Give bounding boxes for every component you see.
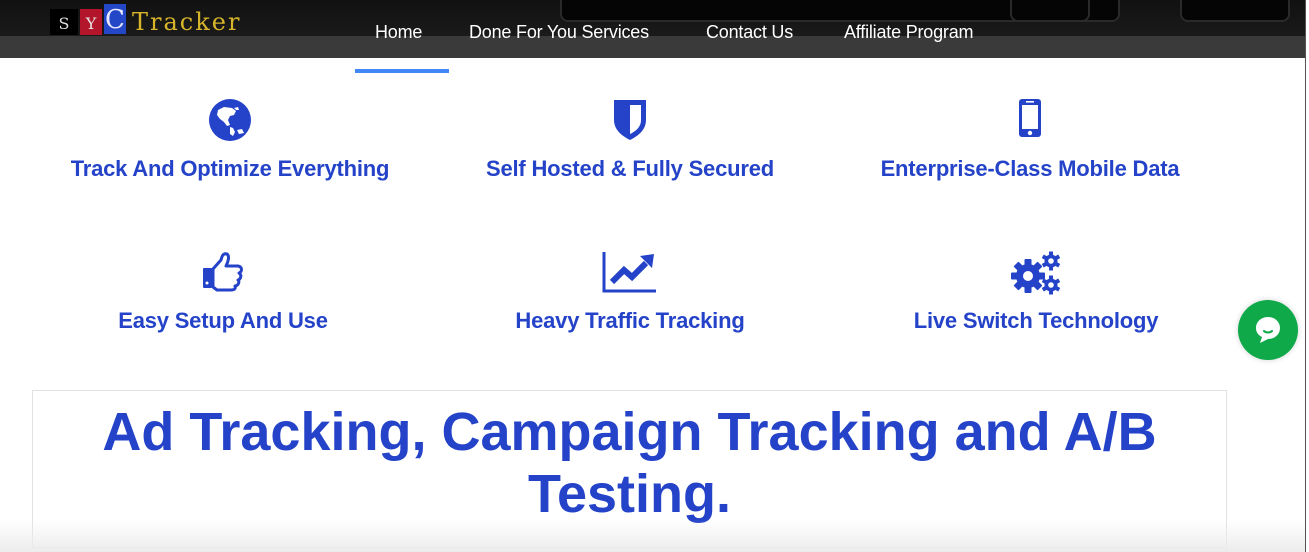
chat-bubble-icon [1256, 317, 1280, 343]
site-header: S Y C Tracker Home Done For You Services… [0, 0, 1305, 58]
feature-self-hosted: Self Hosted & Fully Secured [430, 98, 830, 182]
logo-word: Tracker [132, 8, 242, 36]
globe-icon [30, 98, 430, 144]
feature-live-switch: Live Switch Technology [836, 250, 1236, 334]
feature-easy-setup: Easy Setup And Use [23, 250, 423, 334]
headline-section: Ad Tracking, Campaign Tracking and A/B T… [32, 390, 1227, 548]
chat-widget-button[interactable] [1238, 300, 1298, 360]
nav-affiliate-program[interactable]: Affiliate Program [844, 22, 974, 43]
feature-title: Enterprise-Class Mobile Data [880, 156, 1180, 181]
feature-title: Heavy Traffic Tracking [515, 308, 745, 333]
background-phone-image [1010, 0, 1090, 22]
site-logo[interactable]: S Y C Tracker [50, 4, 242, 38]
nav-contact-us[interactable]: Contact Us [706, 22, 793, 43]
page-scrollbar-edge[interactable] [1305, 0, 1309, 552]
feature-title: Self Hosted & Fully Secured [485, 156, 774, 181]
logo-letter-s: S [50, 9, 78, 35]
logo-letter-y: Y [80, 9, 102, 35]
feature-heavy-traffic: Heavy Traffic Tracking [430, 250, 830, 334]
background-tablet-image [1180, 0, 1290, 22]
feature-title: Track And Optimize Everything [70, 156, 390, 181]
gears-icon [836, 250, 1236, 296]
feature-mobile-data: Enterprise-Class Mobile Data [830, 98, 1230, 182]
nav-home[interactable]: Home [375, 22, 422, 43]
shield-icon [430, 98, 830, 144]
feature-title: Easy Setup And Use [118, 308, 328, 333]
logo-letter-c: C [104, 4, 126, 35]
line-chart-icon [430, 250, 830, 296]
mobile-phone-icon [830, 98, 1230, 144]
feature-track-optimize: Track And Optimize Everything [30, 98, 430, 182]
nav-active-indicator [355, 69, 449, 73]
feature-title: Live Switch Technology [913, 308, 1159, 333]
page-headline: Ad Tracking, Campaign Tracking and A/B T… [102, 402, 1157, 524]
thumbs-up-icon [23, 250, 423, 296]
nav-done-for-you-services[interactable]: Done For You Services [469, 22, 649, 43]
